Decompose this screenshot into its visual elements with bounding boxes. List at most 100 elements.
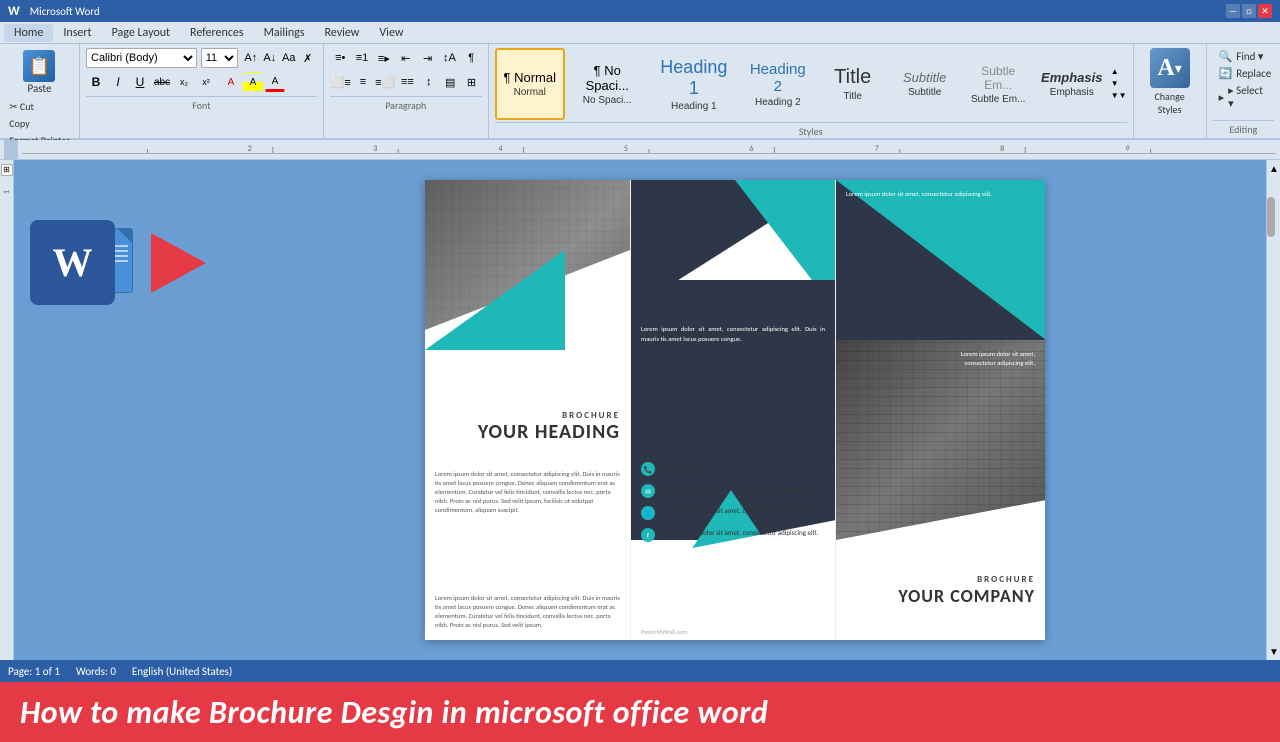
left-panel-btn[interactable]: ⊞: [1, 164, 13, 176]
svg-text:7: 7: [875, 144, 879, 154]
replace-button[interactable]: 🔄 Replace: [1213, 65, 1274, 82]
styles-label: Styles: [495, 122, 1127, 138]
menu-view[interactable]: View: [369, 24, 413, 42]
style-h1-preview: Heading 1: [657, 57, 731, 99]
multilevel-button[interactable]: ≡▸: [373, 48, 394, 68]
change-styles-button[interactable]: A ▾: [1150, 48, 1190, 88]
right-top-text: Lorem ipsum dolor sit amet, consectetur …: [846, 190, 1035, 199]
window-controls[interactable]: — □ ✕: [1226, 4, 1272, 18]
paste-label: Paste: [28, 82, 52, 95]
menu-review[interactable]: Review: [314, 24, 369, 42]
shading-button[interactable]: ▤: [440, 72, 460, 92]
styles-row: ¶ Normal Normal ¶ No Spaci... No Spaci..…: [495, 48, 1127, 120]
strikethrough-button[interactable]: abc: [152, 72, 172, 92]
align-right-button[interactable]: ≡⬜: [374, 72, 396, 92]
clear-format-button[interactable]: ✗: [299, 49, 317, 67]
brochure-body2-left: Lorem ipsum dolor sit amet, consectetur …: [435, 594, 620, 630]
maximize-button[interactable]: □: [1242, 4, 1256, 18]
ruler-main: 2 3 4 5 6 7 8 9: [22, 140, 1276, 159]
doc-fold: [118, 229, 132, 243]
decrease-font-button[interactable]: A↓: [261, 49, 279, 67]
highlight-button[interactable]: A: [243, 72, 263, 92]
increase-font-button[interactable]: A↑: [242, 49, 260, 67]
bold-button[interactable]: B: [86, 72, 106, 92]
cut-button[interactable]: ✂ Cut: [7, 99, 71, 114]
brochure-contact: 📞 00 123 45 4658 ✉ Lorem ipsum dolor sit…: [641, 462, 825, 550]
font-size-buttons: A↑ A↓ Aa ✗: [242, 49, 317, 67]
style-heading2-button[interactable]: Heading 2 Heading 2: [740, 48, 816, 120]
text-effect-button[interactable]: A: [221, 72, 241, 92]
document-viewport[interactable]: W: [14, 160, 1266, 660]
style-h2-label: Heading 2: [755, 97, 801, 108]
show-marks-button[interactable]: ¶: [461, 48, 482, 68]
subscript-button[interactable]: x₂: [174, 72, 194, 92]
select-button[interactable]: ▸ ▸ Select ▾: [1213, 82, 1274, 112]
increase-indent-button[interactable]: ⇥: [417, 48, 438, 68]
bullets-button[interactable]: ≡•: [330, 48, 351, 68]
styles-expand[interactable]: ▼▼: [1111, 91, 1127, 101]
style-title-button[interactable]: Title Title: [818, 48, 888, 120]
paragraph-bottom-controls: ⬜≡ ≡ ≡⬜ ≡≡ ↕ ▤ ⊞: [330, 72, 482, 92]
style-title-preview: Title: [834, 66, 871, 89]
menu-mailings[interactable]: Mailings: [254, 24, 315, 42]
paste-icon: 📋: [23, 50, 55, 82]
scroll-down-button[interactable]: ▼: [1267, 643, 1280, 660]
styles-scroll-down[interactable]: ▼: [1111, 79, 1127, 89]
style-no-spacing-button[interactable]: ¶ No Spaci... No Spaci...: [567, 48, 648, 120]
font-size-select[interactable]: 11: [201, 48, 238, 68]
editing-label: Editing: [1213, 120, 1274, 136]
paragraph-group: ≡• ≡1 ≡▸ ⇤ ⇥ ↕A ¶ ⬜≡ ≡ ≡⬜ ≡≡ ↕ ▤ ⊞ Parag…: [324, 44, 489, 140]
find-button[interactable]: 🔍 Find ▾: [1213, 48, 1274, 65]
minimize-button[interactable]: —: [1226, 4, 1240, 18]
menu-bar: Home Insert Page Layout References Maili…: [0, 22, 1280, 44]
align-left-button[interactable]: ⬜≡: [330, 72, 352, 92]
style-subtle-preview: Subtle Em...: [969, 64, 1028, 92]
style-subtitle-button[interactable]: Subtitle Subtitle: [890, 48, 960, 120]
close-button[interactable]: ✕: [1258, 4, 1272, 18]
style-normal-label: Normal: [514, 87, 546, 98]
menu-references[interactable]: References: [180, 24, 254, 42]
numbering-button[interactable]: ≡1: [352, 48, 373, 68]
svg-text:9: 9: [1126, 144, 1130, 154]
caption-bar: How to make Brochure Desgin in microsoft…: [0, 682, 1280, 742]
website-text: Lorem ipsum dolor sit amet, consectetur …: [661, 506, 818, 515]
contact-email: ✉ Lorem ipsum dolor sit amet, consectetu…: [641, 484, 825, 498]
align-center-button[interactable]: ≡: [353, 72, 373, 92]
words-status: Words: 0: [76, 665, 116, 678]
styles-scroll[interactable]: ▲ ▼ ▼▼: [1111, 67, 1127, 101]
style-normal-button[interactable]: ¶ Normal Normal: [495, 48, 565, 120]
borders-button[interactable]: ⊞: [461, 72, 481, 92]
scrollbar[interactable]: ▲ ▼: [1266, 160, 1280, 660]
line-spacing-button[interactable]: ↕: [419, 72, 439, 92]
scroll-thumb[interactable]: [1267, 197, 1275, 237]
brochure-document: BROCHURE YOUR HEADING Lorem ipsum dolor …: [425, 180, 1045, 640]
font-controls-top: Calibri (Body) 11 A↑ A↓ Aa ✗: [86, 48, 317, 68]
font-color-button[interactable]: A: [265, 72, 285, 92]
font-family-select[interactable]: Calibri (Body): [86, 48, 197, 68]
superscript-button[interactable]: x²: [196, 72, 216, 92]
paste-button[interactable]: 📋 Paste: [7, 48, 71, 97]
sort-button[interactable]: ↕A: [439, 48, 460, 68]
style-emphasis-label: Emphasis: [1050, 87, 1094, 98]
scroll-up-button[interactable]: ▲: [1267, 160, 1280, 177]
style-heading1-button[interactable]: Heading 1 Heading 1: [650, 48, 738, 120]
change-case-button[interactable]: Aa: [280, 49, 298, 67]
copy-button[interactable]: Copy: [7, 116, 71, 131]
styles-scroll-up[interactable]: ▲: [1111, 67, 1127, 77]
svg-text:4: 4: [499, 144, 503, 154]
contact-social: f Lorem ipsum dolor sit amet, consectetu…: [641, 528, 825, 542]
menu-insert[interactable]: Insert: [53, 24, 101, 42]
style-subtle-label: Subtle Em...: [971, 94, 1025, 105]
social-icon: f: [641, 528, 655, 542]
decrease-indent-button[interactable]: ⇤: [395, 48, 416, 68]
editing-group: 🔍 Find ▾ 🔄 Replace ▸ ▸ Select ▾ Editing: [1207, 44, 1280, 140]
style-subtle-em-button[interactable]: Subtle Em... Subtle Em...: [962, 48, 1035, 120]
website-icon: 🌐: [641, 506, 655, 520]
menu-home[interactable]: Home: [4, 24, 53, 42]
italic-button[interactable]: I: [108, 72, 128, 92]
menu-page-layout[interactable]: Page Layout: [102, 24, 180, 42]
underline-button[interactable]: U: [130, 72, 150, 92]
style-emphasis-button[interactable]: Emphasis Emphasis: [1037, 48, 1107, 120]
right-brochure-label: BROCHURE: [977, 574, 1035, 585]
justify-button[interactable]: ≡≡: [397, 72, 417, 92]
